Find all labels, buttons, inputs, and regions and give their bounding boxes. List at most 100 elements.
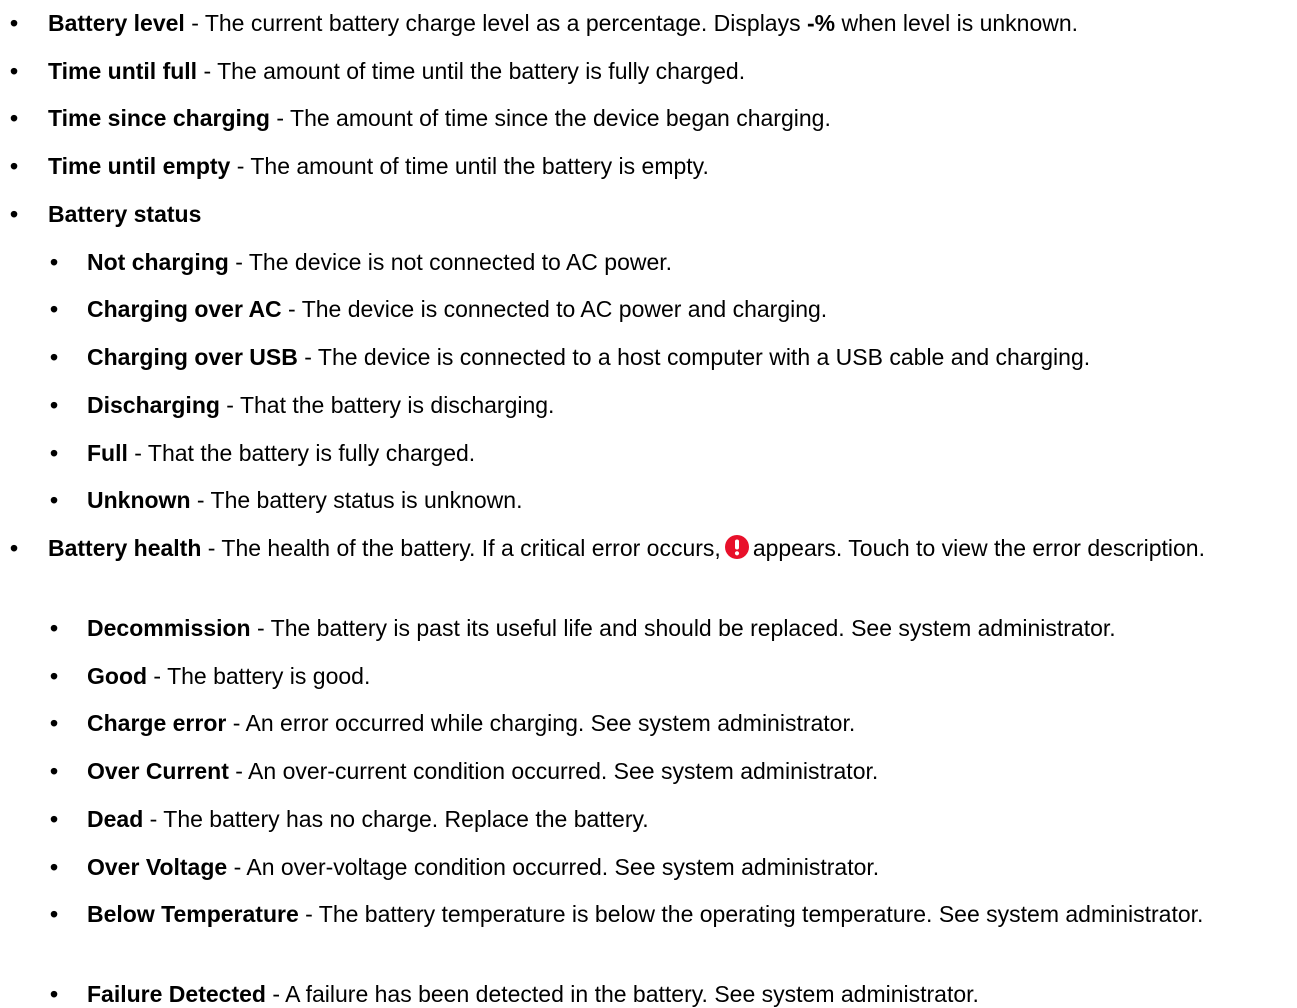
item-description: That the battery is discharging. bbox=[239, 392, 555, 418]
list-item-charging-over-ac: • Charging over AC - The device is conne… bbox=[0, 295, 1267, 323]
item-text: Decommission - The battery is past its u… bbox=[87, 614, 1267, 642]
item-separator: - bbox=[281, 296, 302, 322]
list-item-below-temperature: • Below Temperature - The battery temper… bbox=[0, 900, 1267, 928]
item-term: Dead bbox=[87, 806, 144, 832]
bullet: • bbox=[10, 105, 19, 131]
item-text: Battery status bbox=[48, 200, 1267, 228]
bullet: • bbox=[50, 440, 59, 466]
item-text: Discharging - That the battery is discha… bbox=[87, 391, 1267, 419]
list-item-battery-level: • Battery level - The current battery ch… bbox=[0, 9, 1267, 37]
item-description: A failure has been detected in the batte… bbox=[285, 981, 979, 1007]
bullet: • bbox=[50, 249, 59, 275]
item-text: Over Voltage - An over-voltage condition… bbox=[87, 853, 1267, 881]
item-text: Below Temperature - The battery temperat… bbox=[87, 900, 1267, 928]
item-description: The battery status is unknown. bbox=[210, 487, 523, 513]
bullet: • bbox=[10, 58, 19, 84]
bullet: • bbox=[50, 344, 59, 370]
item-text: Not charging - The device is not connect… bbox=[87, 248, 1267, 276]
list-item-decommission: • Decommission - The battery is past its… bbox=[0, 614, 1267, 642]
bullet: • bbox=[50, 392, 59, 418]
item-term: Time until full bbox=[48, 58, 198, 84]
item-term: Over Current bbox=[87, 758, 229, 784]
item-term: Decommission bbox=[87, 615, 251, 641]
item-separator: - bbox=[227, 854, 247, 880]
item-description: That the battery is fully charged. bbox=[147, 440, 476, 466]
item-term: Battery health bbox=[48, 535, 202, 561]
list-item-good: • Good - The battery is good. bbox=[0, 662, 1267, 690]
list-item-time-since-charging: • Time since charging - The amount of ti… bbox=[0, 104, 1267, 132]
list-item-full: • Full - That the battery is fully charg… bbox=[0, 439, 1267, 467]
list-item-unknown: • Unknown - The battery status is unknow… bbox=[0, 486, 1267, 514]
bullet: • bbox=[50, 296, 59, 322]
bullet: • bbox=[50, 806, 59, 832]
item-separator: - bbox=[197, 58, 218, 84]
bullet: • bbox=[10, 153, 19, 179]
list-item-time-until-empty: • Time until empty - The amount of time … bbox=[0, 152, 1267, 180]
item-description: The current battery charge level as a pe… bbox=[204, 10, 807, 36]
item-description-end: when level is unknown. bbox=[835, 10, 1079, 36]
item-term: Time until empty bbox=[48, 153, 231, 179]
item-separator: - bbox=[269, 105, 291, 131]
item-text: Charging over AC - The device is connect… bbox=[87, 295, 1267, 323]
item-text: Dead - The battery has no charge. Replac… bbox=[87, 805, 1267, 833]
item-description: An over-voltage condition occurred. See … bbox=[246, 854, 880, 880]
item-text: Good - The battery is good. bbox=[87, 662, 1267, 690]
list-item-charging-over-usb: • Charging over USB - The device is conn… bbox=[0, 343, 1267, 371]
bullet: • bbox=[10, 10, 19, 36]
item-text: Charging over USB - The device is connec… bbox=[87, 343, 1267, 371]
item-description: The battery is good. bbox=[167, 663, 371, 689]
item-description: The device is connected to a host comput… bbox=[317, 344, 1091, 370]
item-term: Below Temperature bbox=[87, 901, 299, 927]
item-term: Battery status bbox=[48, 201, 202, 227]
item-description: The battery is past its useful life and … bbox=[270, 615, 1116, 641]
item-term: Time since charging bbox=[48, 105, 270, 131]
item-term: Discharging bbox=[87, 392, 220, 418]
bullet: • bbox=[10, 535, 19, 561]
list-item-time-until-full: • Time until full - The amount of time u… bbox=[0, 57, 1267, 85]
item-description: The device is connected to AC power and … bbox=[301, 296, 828, 322]
item-text: Time since charging - The amount of time… bbox=[48, 104, 1267, 132]
item-term: Full bbox=[87, 440, 128, 466]
bullet: • bbox=[50, 663, 59, 689]
item-separator: - bbox=[147, 663, 168, 689]
list-item-not-charging: • Not charging - The device is not conne… bbox=[0, 248, 1267, 276]
bullet: • bbox=[50, 901, 59, 927]
item-description: An error occurred while charging. See sy… bbox=[245, 710, 856, 736]
item-term: Over Voltage bbox=[87, 854, 228, 880]
item-separator: - bbox=[228, 249, 249, 275]
item-term: Unknown bbox=[87, 487, 191, 513]
list-item-dead: • Dead - The battery has no charge. Repl… bbox=[0, 805, 1267, 833]
item-separator: - bbox=[228, 758, 249, 784]
item-separator: - bbox=[219, 392, 240, 418]
item-description: The battery temperature is below the ope… bbox=[318, 901, 1204, 927]
list-item-battery-health: • Battery health - The health of the bat… bbox=[0, 534, 1267, 562]
item-term: Charge error bbox=[87, 710, 227, 736]
item-term: Good bbox=[87, 663, 148, 689]
list-item-failure-detected: • Failure Detected - A failure has been … bbox=[0, 980, 1267, 1008]
list-item-over-voltage: • Over Voltage - An over-voltage conditi… bbox=[0, 853, 1267, 881]
item-separator: - bbox=[250, 615, 271, 641]
item-description-end: appears. Touch to view the error descrip… bbox=[752, 535, 1205, 561]
bullet: • bbox=[50, 758, 59, 784]
item-description: The amount of time since the device bega… bbox=[290, 105, 831, 131]
item-separator: - bbox=[201, 535, 222, 561]
item-term: Not charging bbox=[87, 249, 229, 275]
item-separator: - bbox=[127, 440, 148, 466]
item-term: Failure Detected bbox=[87, 981, 266, 1007]
item-separator: - bbox=[190, 487, 211, 513]
bullet: • bbox=[50, 854, 59, 880]
critical-error-icon[interactable] bbox=[724, 535, 749, 559]
item-term: Charging over USB bbox=[87, 344, 298, 370]
list-item-discharging: • Discharging - That the battery is disc… bbox=[0, 391, 1267, 419]
item-description: The amount of time until the battery is … bbox=[217, 58, 746, 84]
item-text: Charge error - An error occurred while c… bbox=[87, 709, 1267, 737]
bullet: • bbox=[50, 487, 59, 513]
item-term: Charging over AC bbox=[87, 296, 282, 322]
bullet: • bbox=[50, 981, 59, 1007]
list-item-over-current: • Over Current - An over-current conditi… bbox=[0, 757, 1267, 785]
item-separator: - bbox=[230, 153, 251, 179]
item-separator: - bbox=[265, 981, 286, 1007]
item-separator: - bbox=[184, 10, 205, 36]
item-separator: - bbox=[143, 806, 164, 832]
item-text: Full - That the battery is fully charged… bbox=[87, 439, 1267, 467]
